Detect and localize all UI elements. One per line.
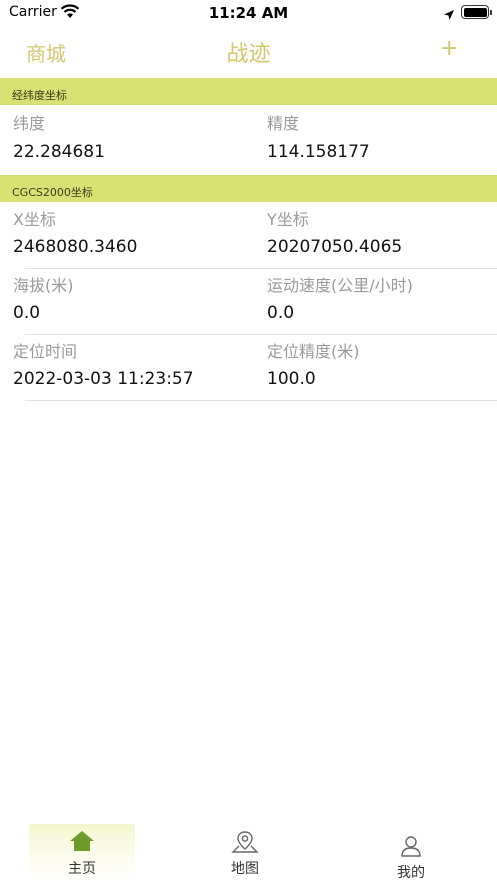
altitude-value: 0.0: [13, 303, 41, 323]
longitude-label: 精度: [267, 114, 300, 133]
tab-map-label: 地图: [231, 861, 259, 877]
latitude-label: 纬度: [13, 114, 46, 133]
location-arrow-icon: [443, 6, 455, 25]
section-header-latlng: 经纬度坐标: [0, 78, 497, 105]
add-button[interactable]: +: [440, 36, 458, 61]
x-coord-label: X坐标: [13, 210, 56, 229]
map-pin-icon: [231, 830, 259, 858]
tab-map[interactable]: 地图: [192, 824, 298, 879]
tab-bar: 主页 地图 我的: [0, 822, 497, 883]
altitude-label: 海拔(米): [13, 276, 74, 295]
section-header-cgcs2000: CGCS2000坐标: [0, 175, 497, 202]
status-bar: Carrier 11:24 AM: [0, 0, 497, 26]
time-accuracy-row: 定位时间 2022-03-03 11:23:57 定位精度(米) 100.0: [0, 334, 497, 400]
speed-label: 运动速度(公里/小时): [267, 276, 413, 295]
tab-profile[interactable]: 我的: [358, 828, 464, 883]
y-coord-label: Y坐标: [267, 210, 309, 229]
latlng-row: 纬度 22.284681 精度 114.158177: [0, 105, 497, 175]
clock: 11:24 AM: [208, 4, 289, 22]
y-coord-value: 20207050.4065: [267, 237, 403, 257]
user-icon: [399, 834, 423, 862]
speed-value: 0.0: [267, 303, 295, 323]
battery-icon: [461, 5, 492, 19]
tab-home-label: 主页: [68, 861, 96, 877]
x-coord-value: 2468080.3460: [13, 237, 138, 257]
tab-profile-label: 我的: [397, 865, 425, 881]
screen: Carrier 11:24 AM 商城 战迹 + 经纬度坐标 纬度 22.284…: [0, 0, 497, 883]
home-icon: [69, 830, 95, 856]
longitude-value: 114.158177: [267, 142, 370, 162]
accuracy-label: 定位精度(米): [267, 342, 360, 361]
fix-time-label: 定位时间: [13, 342, 78, 361]
page-title: 战迹: [226, 42, 271, 67]
nav-bar: 商城 战迹 +: [0, 28, 497, 74]
accuracy-value: 100.0: [267, 369, 316, 389]
tab-home[interactable]: 主页: [29, 824, 135, 879]
divider: [25, 400, 497, 401]
latitude-value: 22.284681: [13, 142, 105, 162]
altitude-speed-row: 海拔(米) 0.0 运动速度(公里/小时) 0.0: [0, 268, 497, 334]
fix-time-value: 2022-03-03 11:23:57: [13, 369, 194, 389]
xy-row: X坐标 2468080.3460 Y坐标 20207050.4065: [0, 202, 497, 268]
